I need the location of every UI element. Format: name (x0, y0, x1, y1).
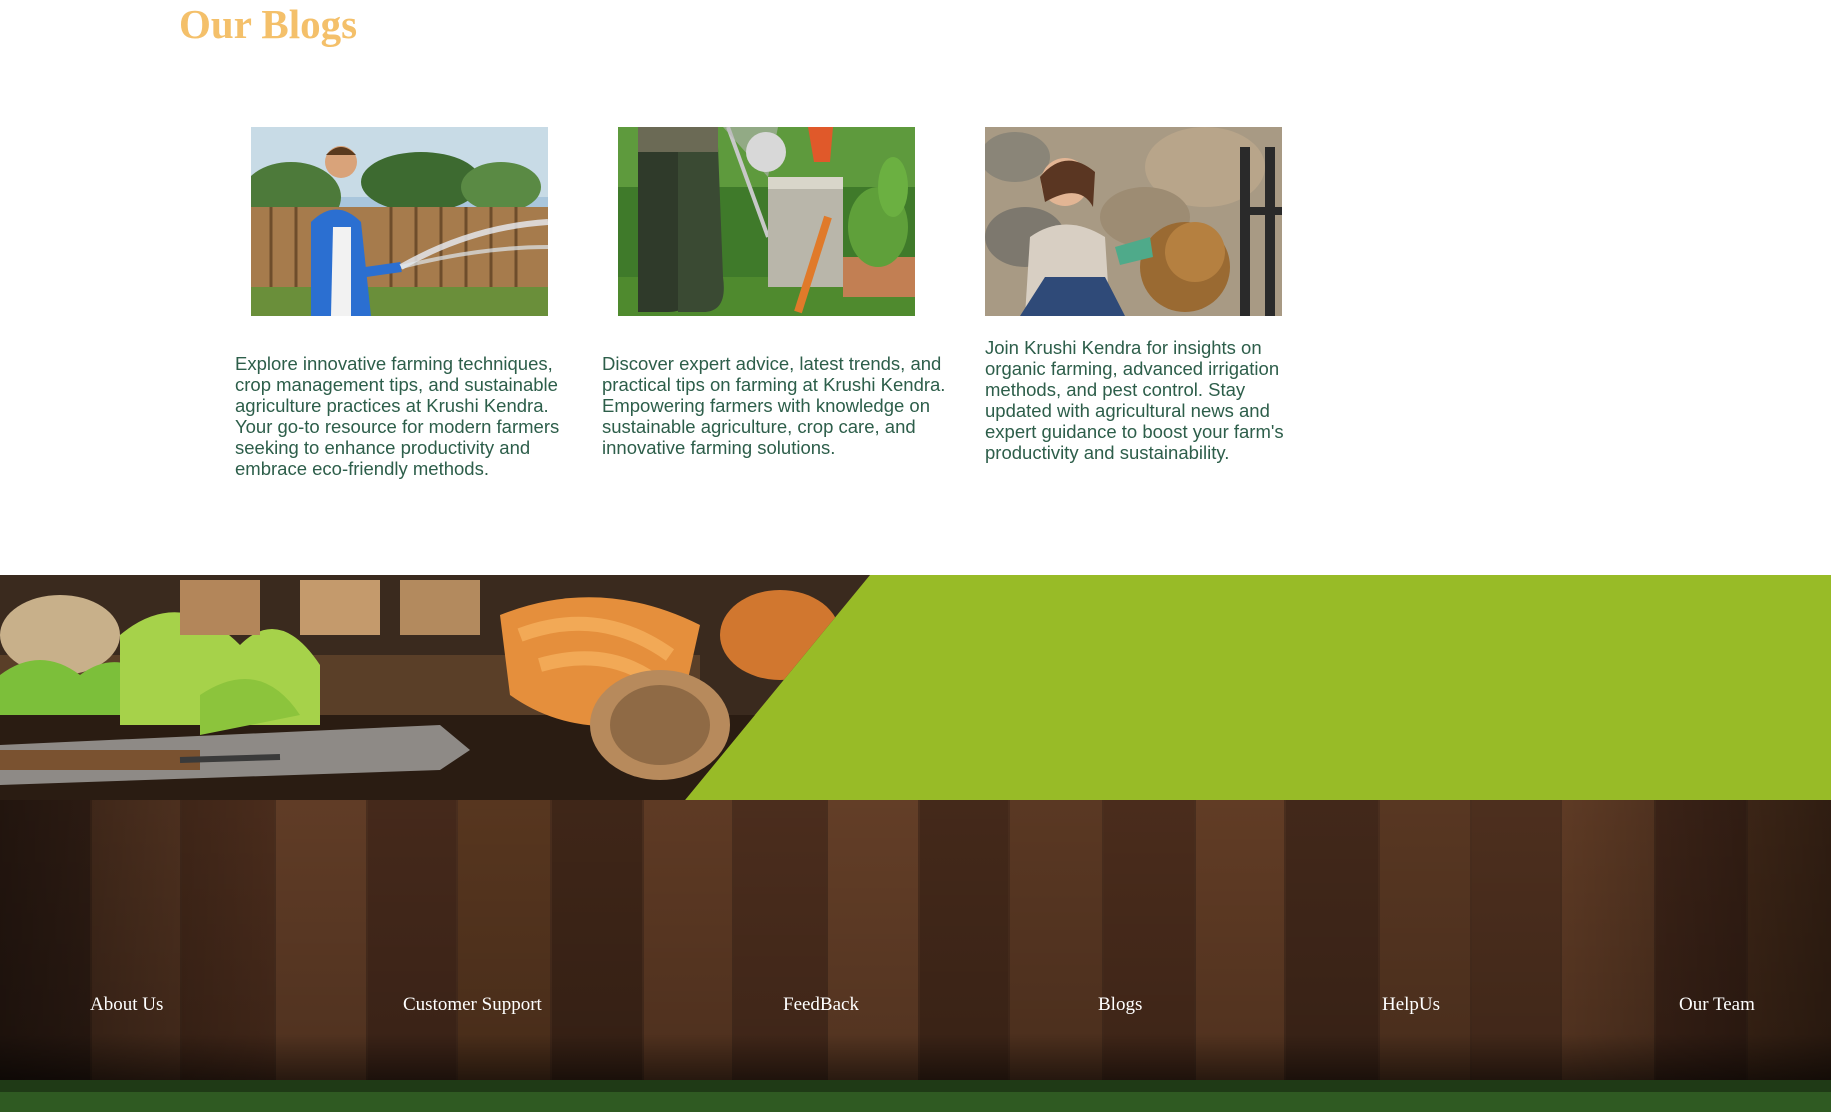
footer-link-about-us[interactable]: About Us (90, 993, 163, 1017)
footer-link-helpus[interactable]: HelpUs (1382, 993, 1440, 1017)
footer-link-blogs[interactable]: Blogs (1098, 993, 1142, 1017)
man-watering-garden-photo-icon (251, 127, 548, 316)
blog-image-woman-gardening[interactable] (985, 127, 1282, 316)
blog-description: Discover expert advice, latest trends, a… (602, 353, 946, 458)
woman-gardening-leaves-photo-icon (985, 127, 1282, 316)
garden-tools-seedlings-photo-icon (0, 575, 870, 800)
blog-description: Join Krushi Kendra for insights on organ… (985, 337, 1284, 463)
garden-banner (0, 575, 1831, 800)
blog-image-man-watering[interactable] (251, 127, 548, 316)
footer-link-our-team[interactable]: Our Team (1679, 993, 1755, 1017)
blog-description: Explore innovative farming techniques, c… (235, 353, 560, 479)
footer-link-customer-support[interactable]: Customer Support (403, 993, 542, 1017)
wood-fence-background-icon (0, 800, 1831, 1112)
footer-link-feedback[interactable]: FeedBack (783, 993, 859, 1017)
footer: About Us Customer Support FeedBack Blogs… (0, 800, 1831, 1112)
section-title: Our Blogs (179, 1, 358, 47)
blog-image-garden-tools[interactable] (618, 127, 915, 316)
garden-boots-tools-photo-icon (618, 127, 915, 316)
